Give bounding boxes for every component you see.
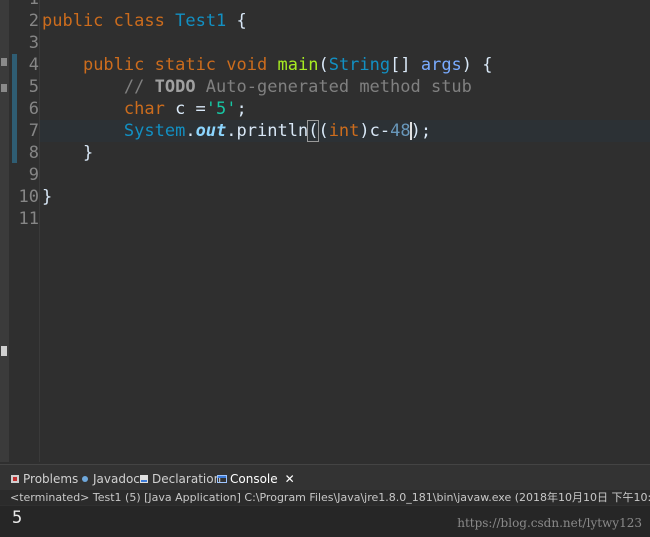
- left-gutter-strip: [0, 0, 9, 462]
- override-icon: [1, 84, 7, 92]
- code-line-7[interactable]: System.out.println((int)c-48);: [42, 120, 431, 142]
- marker-icon: [1, 58, 7, 66]
- line-number: 7: [28, 121, 39, 141]
- line-number: 3: [28, 33, 39, 53]
- tab-problems[interactable]: Problems: [10, 469, 78, 489]
- code-editor[interactable]: 1 2 3 4 5 6 7 8 9 10 11 public class Tes…: [0, 0, 650, 462]
- tab-label: Javadoc: [93, 472, 140, 486]
- line-number: 8: [28, 143, 39, 163]
- bottom-tab-bar: Problems Javadoc Declaration Console ✕: [0, 464, 650, 491]
- code-line-4[interactable]: public static void main(String[] args) {: [42, 54, 493, 76]
- bracket-match-open: (: [307, 120, 320, 142]
- tab-label: Console: [230, 472, 278, 486]
- console-icon: [217, 475, 227, 483]
- tab-label: Problems: [23, 472, 79, 486]
- code-line-6[interactable]: char c ='5';: [42, 98, 247, 120]
- gutter-divider: [39, 0, 40, 462]
- console-status-line: <terminated> Test1 (5) [Java Application…: [0, 490, 650, 505]
- javadoc-icon: [82, 476, 88, 482]
- code-line-10[interactable]: }: [42, 186, 52, 208]
- tab-label: Declaration: [152, 472, 222, 486]
- watermark-text: https://blog.csdn.net/lytwy123: [457, 516, 642, 530]
- line-number: 9: [28, 165, 39, 185]
- line-number: 4: [28, 55, 39, 75]
- console-output-area[interactable]: 5 https://blog.csdn.net/lytwy123: [0, 506, 650, 537]
- line-number: 5: [28, 77, 39, 97]
- line-number: 11: [18, 209, 39, 229]
- code-line-2[interactable]: public class Test1 {: [42, 10, 247, 32]
- tab-console[interactable]: Console ✕: [217, 469, 295, 489]
- declaration-icon: [140, 475, 148, 483]
- line-number: 1: [9, 0, 39, 10]
- problems-icon: [11, 475, 19, 483]
- code-line-8[interactable]: }: [42, 142, 93, 164]
- tab-declaration[interactable]: Declaration: [139, 469, 221, 489]
- line-number: 2: [28, 11, 39, 31]
- scroll-marker-icon: [1, 346, 7, 356]
- line-number: 6: [28, 99, 39, 119]
- code-line-5[interactable]: // TODO Auto-generated method stub: [42, 76, 472, 98]
- line-number: 10: [18, 187, 39, 207]
- console-output-text: 5: [12, 508, 23, 528]
- tab-javadoc[interactable]: Javadoc: [80, 469, 140, 489]
- close-icon[interactable]: ✕: [285, 472, 295, 486]
- text-caret: [409, 122, 412, 140]
